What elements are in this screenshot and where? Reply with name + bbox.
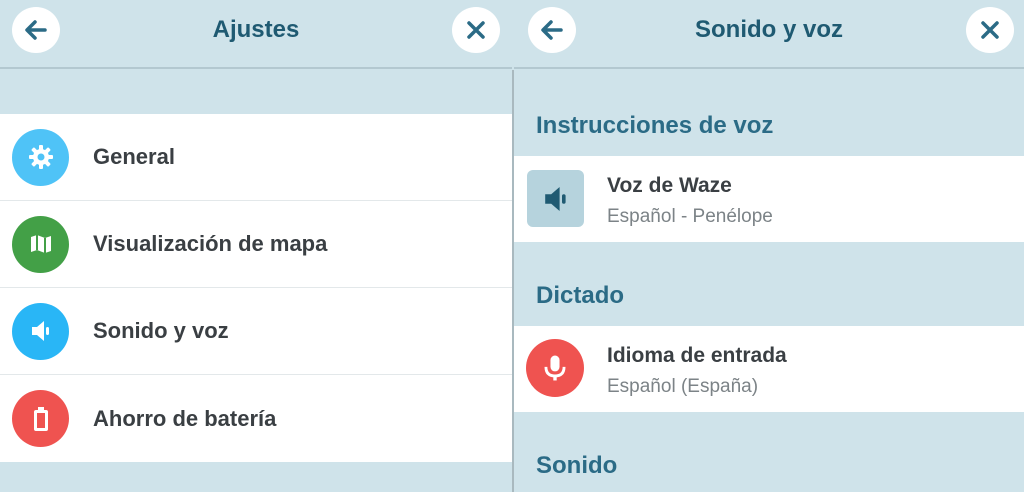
input-language-title: Idioma de entrada xyxy=(607,344,787,367)
speaker-icon xyxy=(12,302,69,360)
page-title: Ajustes xyxy=(212,16,300,43)
close-icon xyxy=(467,21,485,39)
settings-item-general[interactable]: General xyxy=(0,114,512,201)
input-language-value: Español (España) xyxy=(607,376,759,397)
settings-item-sound-voice[interactable]: Sonido y voz xyxy=(0,288,512,375)
speaker-icon xyxy=(527,170,584,227)
settings-item-battery-saver[interactable]: Ahorro de batería xyxy=(0,375,512,462)
settings-list: General Visualización de mapa Sonido y v… xyxy=(0,114,512,462)
voice-setting-item[interactable]: Voz de Waze Español - Penélope xyxy=(514,156,1024,242)
section-heading-dictation: Dictado xyxy=(536,282,625,309)
settings-item-label: Visualización de mapa xyxy=(93,231,328,256)
microphone-icon xyxy=(526,339,584,397)
settings-item-map-display[interactable]: Visualización de mapa xyxy=(0,201,512,288)
section-heading-sound: Sonido xyxy=(536,452,618,479)
sound-voice-header: Sonido y voz xyxy=(514,0,1024,69)
map-icon xyxy=(12,215,69,273)
close-button[interactable] xyxy=(452,7,500,53)
gear-icon xyxy=(12,128,69,186)
page-title: Sonido y voz xyxy=(694,16,843,43)
battery-icon xyxy=(12,390,69,447)
settings-header: Ajustes xyxy=(0,0,512,69)
settings-item-label: General xyxy=(93,144,175,169)
close-icon xyxy=(981,21,999,39)
input-language-item[interactable]: Idioma de entrada Español (España) xyxy=(514,326,1024,412)
settings-item-label: Ahorro de batería xyxy=(93,405,277,431)
settings-item-label: Sonido y voz xyxy=(93,318,229,343)
voice-setting-title: Voz de Waze xyxy=(607,174,732,197)
voice-setting-value: Español - Penélope xyxy=(607,206,773,227)
close-button[interactable] xyxy=(966,7,1014,53)
sound-voice-pane: Sonido y voz Instrucciones de voz Voz de… xyxy=(514,0,1024,492)
settings-pane: Ajustes General Visualización de mapa So… xyxy=(0,0,512,492)
section-heading-voice-instructions: Instrucciones de voz xyxy=(536,112,774,139)
